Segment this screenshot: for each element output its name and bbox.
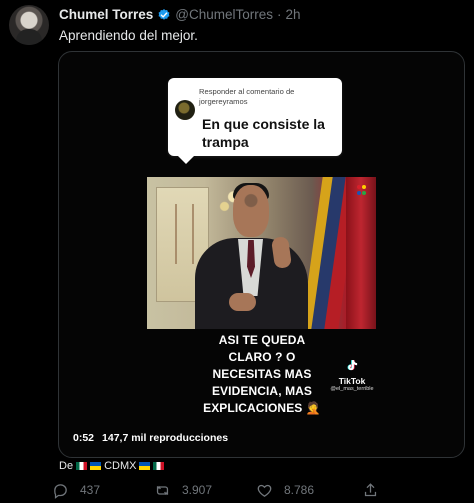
tweet-header: Chumel Torres @ChumelTorres · 2h [59, 7, 301, 22]
verified-icon [158, 8, 170, 20]
share-icon [364, 482, 377, 496]
video-caption: ASI TE QUEDA CLARO ? O NECESITAS MAS EVI… [203, 333, 321, 415]
ukraine-flag-icon [139, 462, 151, 470]
tweet-actions: 437 3.907 8.786 [52, 480, 462, 500]
tweet-location: De CDMX [59, 460, 165, 472]
speaker-head [233, 185, 269, 237]
reply-title: Responder al comentario de jorgereyramos [199, 87, 295, 106]
reply-icon [54, 483, 67, 499]
author-avatar[interactable] [9, 5, 49, 45]
ukraine-flag-icon [90, 462, 102, 470]
mexico-flag-icon [76, 462, 88, 470]
speaker-raised-hand [270, 235, 293, 270]
reply-avatar [175, 100, 195, 120]
red-curtain [346, 177, 376, 329]
video-frame [147, 177, 376, 329]
like-icon [257, 484, 272, 497]
tv-channel-logo [357, 185, 367, 199]
like-count: 8.786 [284, 483, 315, 497]
video-duration: 0:52 [73, 432, 95, 444]
retweet-count: 3.907 [182, 483, 213, 497]
video-stats: 0:52 147,7 mil reproducciones [73, 432, 228, 444]
video-views: 147,7 mil reproducciones [102, 432, 229, 444]
reply-button[interactable]: 437 [52, 482, 154, 499]
tweet[interactable]: Chumel Torres @ChumelTorres · 2h Aprendi… [0, 0, 474, 503]
mexico-flag-icon [153, 462, 165, 470]
retweet-button[interactable]: 3.907 [154, 482, 256, 499]
retweet-icon [156, 485, 169, 495]
location-text: CDMX [104, 460, 137, 472]
share-button[interactable] [362, 482, 379, 499]
location-prefix: De [59, 460, 74, 472]
tiktok-username: @el_mas_terrible [330, 386, 374, 392]
tiktok-watermark: TikTok @el_mas_terrible [324, 358, 380, 393]
tweet-time[interactable]: 2h [286, 7, 301, 22]
tweet-text: Aprendiendo del mejor. [59, 28, 198, 43]
speaker-lower-hand [229, 293, 256, 311]
time-separator: · [277, 7, 282, 22]
tiktok-reply-card: Responder al comentario de jorgereyramos… [168, 78, 342, 164]
like-button[interactable]: 8.786 [256, 482, 358, 499]
reply-question: En que consiste la trampa [202, 116, 325, 150]
tiktok-word: TikTok [338, 376, 366, 386]
author-name[interactable]: Chumel Torres [59, 7, 153, 22]
video-media[interactable]: Responder al comentario de jorgereyramos… [58, 51, 465, 458]
reply-count: 437 [80, 483, 101, 497]
tiktok-icon [347, 360, 357, 371]
author-handle[interactable]: @ChumelTorres [175, 7, 273, 22]
